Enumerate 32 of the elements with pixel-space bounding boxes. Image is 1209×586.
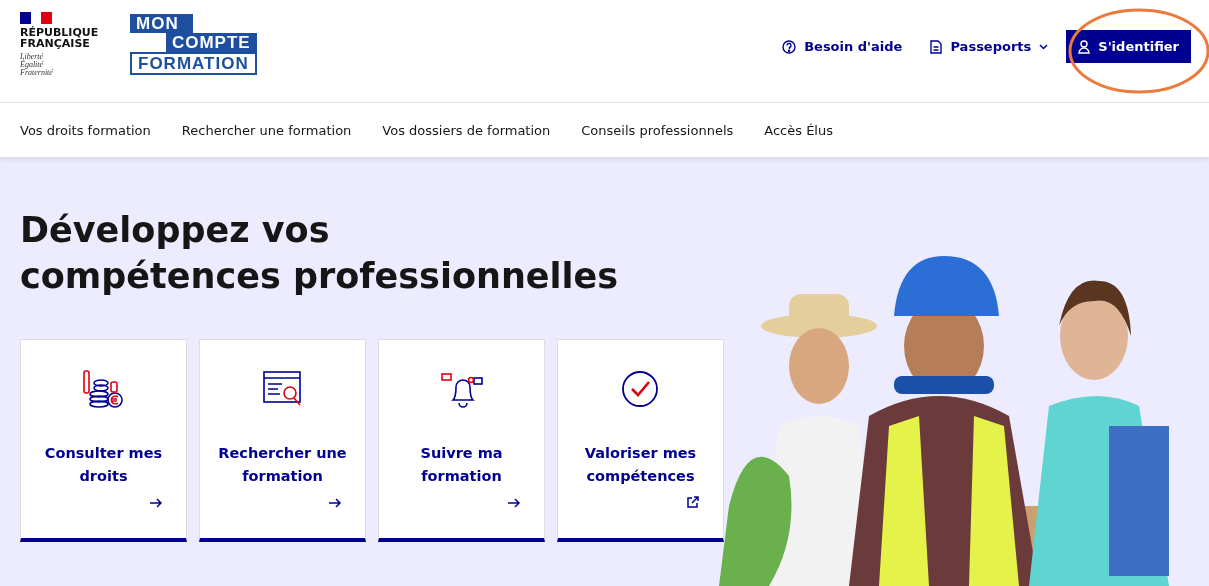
help-link[interactable]: Besoin d'aide [772,31,913,62]
tile-card[interactable]: Suivre ma formation [378,339,545,542]
tile-title: Consulter mes droits [43,444,164,486]
tile-title: Valoriser mes compétences [583,444,698,486]
arrow-icon [150,498,162,508]
logo-text[interactable]: FORMATION [130,52,257,75]
nav-link[interactable]: Accès Élus [752,122,845,138]
tile-card[interactable]: Consulter mes droits [20,339,187,542]
tile-card[interactable]: Rechercher une formation [199,339,366,542]
arrow-icon [508,498,520,508]
nav-link[interactable]: Vos dossiers de formation [370,122,563,138]
hero-title: Développez vos compétences professionnelles [20,209,620,298]
motto: Liberté Égalité Fraternité [20,53,54,77]
flag-icon [20,12,52,24]
user-icon [1078,39,1091,54]
nav-link[interactable]: Conseils professionnels [569,122,746,138]
search-window-icon [261,370,304,408]
external-link-icon [687,496,699,508]
document-icon [930,39,943,54]
dropdown-button[interactable]: Passeports [920,31,1059,62]
tile-title: Rechercher une formation [217,444,348,486]
nav-link[interactable]: Rechercher une formation [169,122,364,138]
arrow-icon [329,498,341,508]
logo-text[interactable]: COMPTE [165,33,257,52]
login-button[interactable]: S'identifier [1066,30,1191,63]
logo-text[interactable]: MON [130,14,193,33]
help-icon [782,39,797,54]
chevron-icon [1039,43,1049,50]
republic-name: RÉPUBLIQUE FRANÇAISE [20,27,100,49]
tile-card[interactable]: Valoriser mes compétences [557,339,724,542]
tile-title: Suivre ma formation [419,444,504,486]
nav-link[interactable]: Vos droits formation [8,122,163,138]
